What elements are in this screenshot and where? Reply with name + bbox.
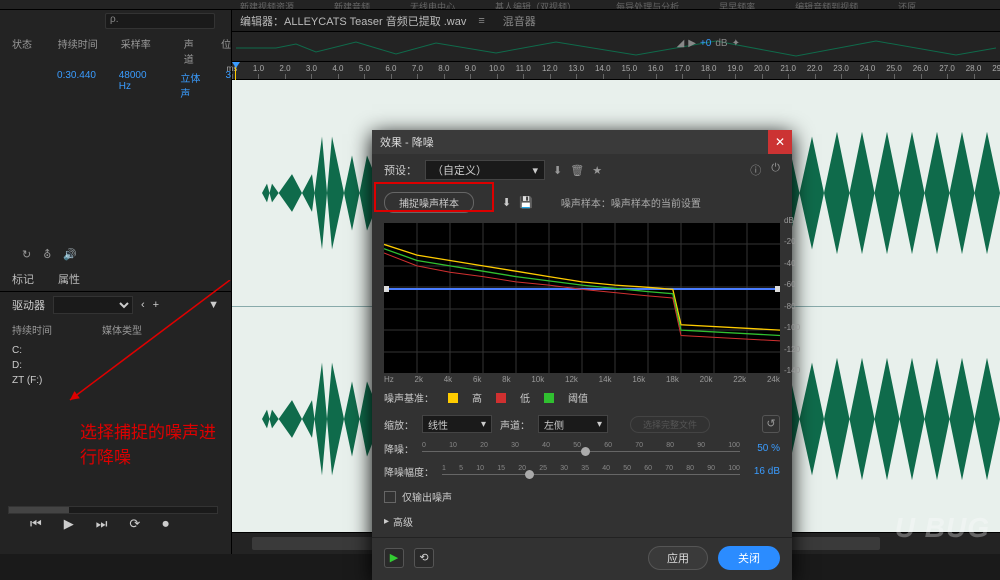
select-full-file-button[interactable]: 选择完整文件 bbox=[630, 416, 710, 433]
tab-properties[interactable]: 属性 bbox=[58, 271, 80, 287]
editor-filename: ALLEYCATS Teaser 音频已提取 .wav bbox=[284, 13, 466, 29]
play-icon[interactable]: ▶ bbox=[64, 516, 74, 532]
gain-value: +0 bbox=[700, 38, 711, 49]
chevron-right-icon: ▸ bbox=[384, 516, 389, 527]
checkbox-label: 仅输出噪声 bbox=[402, 489, 452, 504]
power-icon[interactable]: ⏻ bbox=[771, 162, 780, 178]
dialog-title: 效果 - 降噪 bbox=[380, 134, 434, 150]
next-icon[interactable]: ⏭ bbox=[96, 516, 108, 532]
tab-markers[interactable]: 标记 bbox=[12, 271, 34, 287]
spectrum-graph[interactable]: dB-20-40-60-80-100-120-140 bbox=[384, 223, 780, 373]
chevron-down-icon: ▾ bbox=[597, 419, 602, 430]
overview-waveform[interactable] bbox=[236, 38, 996, 58]
drive-list: C: D: ZT (F:) bbox=[0, 341, 231, 390]
editor-prefix: 编辑器： bbox=[240, 13, 284, 29]
driver-select[interactable] bbox=[53, 296, 133, 314]
noise-reduction-slider[interactable]: 降噪： 0102030405060708090100 50 % bbox=[372, 437, 792, 460]
prev-icon[interactable]: ⏮ bbox=[30, 516, 42, 532]
record-icon[interactable]: ⏺ bbox=[162, 516, 169, 532]
spectrum-x-axis: Hz2k4k6k8k10k12k14k16k18k20k22k24k bbox=[372, 373, 792, 384]
legend: 噪声基准： 高 低 阈值 bbox=[372, 384, 792, 411]
speaker-icon[interactable]: 🔊 bbox=[63, 248, 77, 261]
preset-label: 预设： bbox=[384, 162, 417, 178]
scale-label: 缩放： bbox=[384, 417, 414, 432]
loop-icon[interactable]: ⟳ bbox=[129, 516, 140, 532]
advanced-toggle[interactable]: ▸ 高级 bbox=[372, 510, 792, 533]
mini-play-icon[interactable]: ▶ bbox=[688, 38, 696, 49]
tab-menu-icon[interactable]: ≡ bbox=[478, 15, 484, 27]
delete-preset-icon[interactable]: 🗑 bbox=[570, 164, 584, 177]
noise-sample-label: 噪声样本：噪声样本的当前设置 bbox=[561, 195, 701, 210]
reduce-by-slider[interactable]: 降噪幅度： 15101520253035405060708090100 16 d… bbox=[372, 460, 792, 483]
annotation-text: 选择捕捉的噪声进行降噪 bbox=[80, 418, 231, 468]
list-item[interactable]: D: bbox=[12, 358, 219, 373]
close-button[interactable]: 关闭 bbox=[718, 546, 780, 570]
close-icon[interactable]: ✕ bbox=[768, 130, 792, 154]
preset-select[interactable]: （自定义）▾ bbox=[425, 160, 545, 180]
search-input[interactable]: ρ. bbox=[105, 13, 215, 29]
info-icon[interactable]: ⓘ bbox=[750, 162, 761, 178]
save-sample-icon[interactable]: 💾 bbox=[519, 196, 533, 209]
overview-bar: ◢ ▶ +0 dB ✦ bbox=[232, 32, 1000, 62]
chevron-down-icon: ▾ bbox=[532, 164, 538, 177]
apply-button[interactable]: 应用 bbox=[648, 546, 708, 570]
app-menubar: 新建视频资源新建音频无线电中心基人编辑（双视频）每导处理与分析早早频率编辑音频到… bbox=[0, 0, 1000, 10]
pin-icon[interactable]: ✦ bbox=[732, 38, 740, 49]
arrow-left-icon[interactable]: ‹ bbox=[141, 299, 145, 311]
folder-icon[interactable]: ⛢ bbox=[43, 248, 51, 261]
gain-control[interactable]: ◢ ▶ +0 dB ✦ bbox=[677, 38, 740, 49]
slider-value: 16 dB bbox=[748, 466, 780, 477]
list-item[interactable]: ZT (F:) bbox=[12, 373, 219, 388]
add-icon[interactable]: + bbox=[153, 299, 159, 311]
panel-tool-row: ↻ ⛢ 🔊 bbox=[0, 242, 231, 267]
import-sample-icon[interactable]: ⬇ bbox=[502, 196, 511, 209]
panel-tabs: 标记 属性 bbox=[0, 267, 231, 292]
gain-icon: ◢ bbox=[677, 38, 685, 49]
gain-unit: dB bbox=[715, 38, 727, 49]
time-ruler[interactable]: ms1.02.03.04.05.06.07.08.09.010.011.012.… bbox=[232, 62, 1000, 80]
slider-value: 50 % bbox=[748, 443, 780, 454]
preview-loop-button[interactable]: ⟲ bbox=[414, 548, 434, 568]
dialog-titlebar[interactable]: 效果 - 降噪 ✕ bbox=[372, 130, 792, 154]
import-preset-icon[interactable]: ⬇ bbox=[553, 164, 562, 177]
left-panel: ρ. 状态持续时间采样率声道位 0:30.44048000 Hz立体声3 ↻ ⛢… bbox=[0, 10, 232, 554]
reset-icon[interactable]: ↺ bbox=[762, 415, 780, 433]
noise-reduction-dialog: 效果 - 降噪 ✕ 预设： （自定义）▾ ⬇ 🗑 ★ ⓘ ⏻ 捕捉噪声样本 ⬇ … bbox=[372, 130, 792, 580]
drive-columns: 持续时间媒体类型 bbox=[0, 318, 231, 341]
favorite-icon[interactable]: ★ bbox=[592, 164, 602, 177]
refresh-icon[interactable]: ↻ bbox=[22, 248, 31, 261]
filter-icon[interactable]: ▼ bbox=[208, 299, 219, 311]
channel-label: 声道： bbox=[500, 417, 530, 432]
driver-label: 驱动器 bbox=[12, 297, 45, 313]
transport-controls: ⏮ ▶ ⏭ ⟳ ⏺ bbox=[30, 516, 169, 532]
list-item[interactable]: C: bbox=[12, 343, 219, 358]
editor-titlebar: 编辑器： ALLEYCATS Teaser 音频已提取 .wav ≡ 混音器 bbox=[232, 10, 1000, 32]
filelist-row[interactable]: 0:30.44048000 Hz立体声3 bbox=[0, 68, 231, 102]
filelist-header: 状态持续时间采样率声道位 bbox=[0, 32, 231, 68]
watermark: U BUG bbox=[895, 512, 990, 544]
preview-play-button[interactable]: ▶ bbox=[384, 548, 404, 568]
chevron-down-icon: ▾ bbox=[481, 419, 486, 430]
annotation-highlight bbox=[374, 182, 494, 212]
tab-mixer[interactable]: 混音器 bbox=[503, 13, 536, 29]
output-noise-only-checkbox[interactable] bbox=[384, 491, 396, 503]
channel-select[interactable]: 左侧▾ bbox=[538, 415, 608, 433]
scale-select[interactable]: 线性▾ bbox=[422, 415, 492, 433]
left-scrollbar[interactable] bbox=[8, 506, 218, 514]
